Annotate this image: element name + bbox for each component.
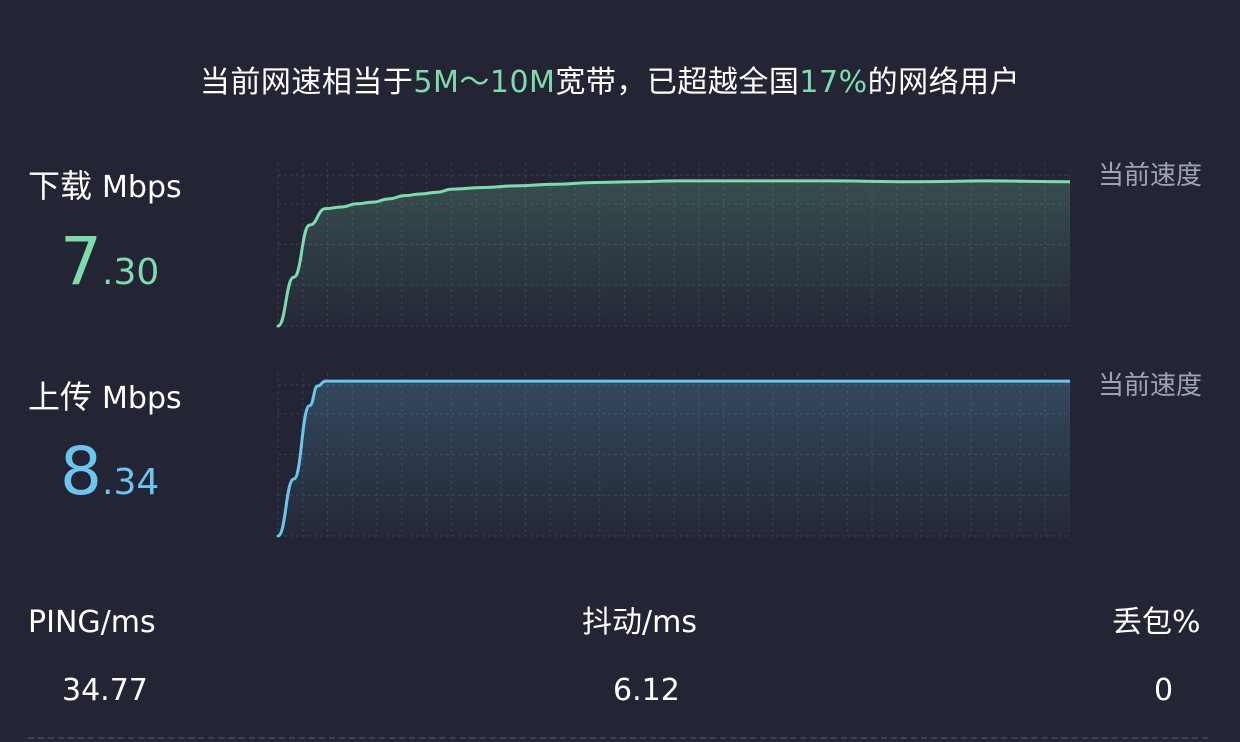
summary-suffix: 的网络用户: [867, 65, 1021, 100]
upload-chart-svg: [276, 373, 1070, 538]
upload-chart-area: [278, 381, 1070, 536]
upload-value-int: 8: [60, 433, 102, 510]
download-label-text: 下载: [28, 167, 93, 205]
ping-value: 34.77: [62, 673, 148, 708]
upload-chart: [270, 365, 1070, 540]
download-label: 下载 Mbps: [28, 166, 182, 208]
download-chart-area: [278, 180, 1070, 326]
upload-value: 8.34: [60, 432, 200, 529]
upload-label: 上传 Mbps: [28, 377, 182, 419]
packet-loss-value: 0: [1154, 673, 1174, 708]
download-value-int: 7: [60, 223, 102, 300]
download-unit: Mbps: [102, 170, 182, 205]
download-value: 7.30: [60, 222, 200, 319]
summary-bandwidth: 5M～10M: [413, 65, 556, 100]
download-chart-svg: [276, 163, 1070, 328]
download-current-speed-label: 当前速度: [1098, 161, 1203, 191]
upload-unit: Mbps: [102, 381, 182, 416]
download-value-dec: .30: [102, 252, 160, 293]
packet-loss-label: 丢包%: [1112, 605, 1201, 640]
bottom-divider: [28, 737, 1208, 739]
upload-current-speed-label: 当前速度: [1098, 371, 1203, 401]
summary-percent: 17%: [799, 65, 868, 100]
summary-text: 当前网速相当于5M～10M宽带，已超越全国17%的网络用户: [0, 60, 1220, 106]
upload-value-dec: .34: [102, 462, 160, 503]
ping-label: PING/ms: [28, 605, 156, 640]
jitter-value: 6.12: [613, 673, 680, 708]
summary-middle: 宽带，已超越全国: [555, 65, 800, 100]
summary-prefix: 当前网速相当于: [199, 65, 414, 100]
download-chart: [270, 155, 1070, 330]
upload-label-text: 上传: [28, 378, 93, 416]
jitter-label: 抖动/ms: [582, 605, 697, 640]
speed-test-result-panel: 当前网速相当于5M～10M宽带，已超越全国17%的网络用户 下载 Mbps 7.3…: [0, 0, 1240, 742]
